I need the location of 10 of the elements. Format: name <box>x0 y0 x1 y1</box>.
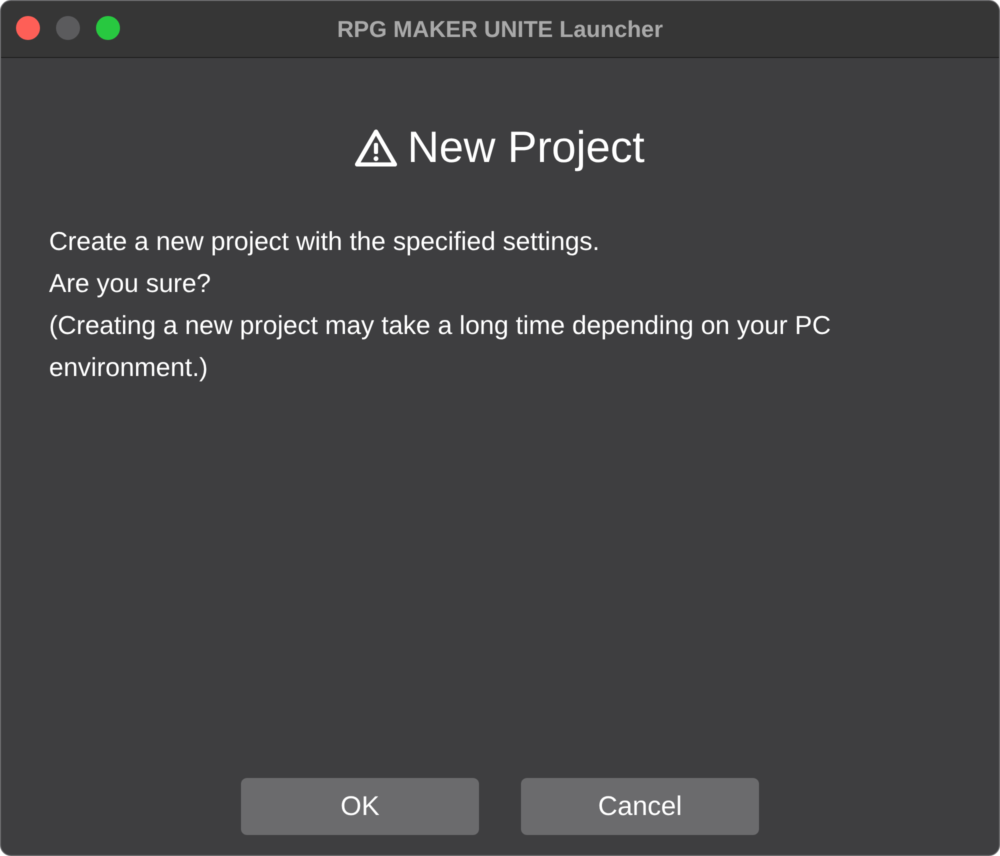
dialog-message: (Creating a new project may take a long time depending on your PC environment.) <box>49 309 832 384</box>
ok-button[interactable]: OK <box>241 778 479 835</box>
dialog-message: Are you sure? <box>49 267 212 300</box>
zoom-button[interactable] <box>96 16 120 40</box>
dialog-message: Create a new project with the specified settings. <box>49 225 601 258</box>
dialog-heading: New Project <box>407 123 645 173</box>
window-title: RPG MAKER UNITE Launcher <box>337 16 663 42</box>
close-button[interactable] <box>16 16 40 40</box>
warning-icon <box>355 129 398 167</box>
cancel-button[interactable]: Cancel <box>521 778 759 835</box>
